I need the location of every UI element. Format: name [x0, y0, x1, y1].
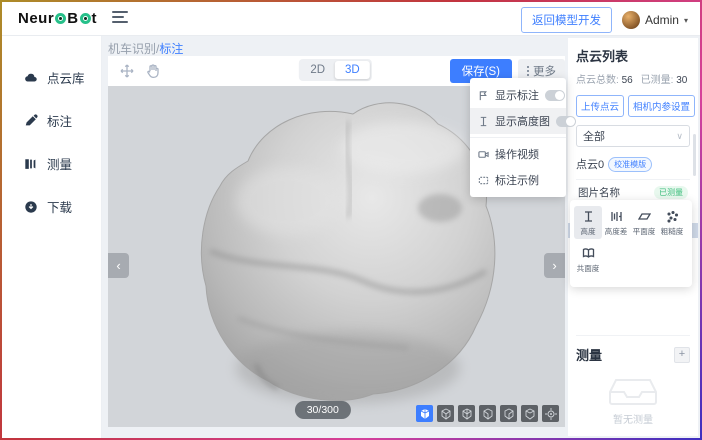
upload-pointcloud-button[interactable]: 上传点云: [576, 95, 624, 117]
add-measure-button[interactable]: +: [674, 347, 690, 363]
list-scrollbar[interactable]: [693, 134, 696, 176]
chevron-down-icon: ∨: [676, 131, 683, 142]
tool-height-diff[interactable]: 高度差: [602, 206, 630, 239]
menu-divider: [470, 137, 566, 138]
show-heightmap-toggle[interactable]: [556, 116, 576, 127]
gear-icon: [80, 13, 91, 24]
breadcrumb-parent[interactable]: 机车识别: [108, 42, 156, 56]
tab-3d[interactable]: 3D: [335, 61, 370, 79]
flatness-tool-icon: [638, 210, 651, 223]
empty-text: 暂无测量: [568, 411, 698, 426]
sidebar-item-annotate[interactable]: 标注: [2, 99, 101, 142]
sidebar-item-measure[interactable]: 测量: [2, 142, 101, 185]
frame-icon: [478, 175, 489, 186]
vertical-dots-icon: [527, 66, 529, 76]
cloud-icon: [24, 71, 38, 85]
panel-title: 点云列表: [576, 46, 690, 65]
height-diff-tool-icon: [610, 210, 623, 223]
tool-height[interactable]: 高度: [574, 206, 602, 239]
breadcrumb-current: 标注: [159, 42, 183, 56]
view-iso-button[interactable]: [416, 405, 433, 422]
view-back-button[interactable]: [458, 405, 475, 422]
avatar: [622, 11, 640, 29]
logo-text: Neur: [18, 10, 54, 27]
menu-item-annotation-example[interactable]: 标注示例: [470, 167, 566, 193]
more-dropdown-menu: 显示标注 显示高度图 操作视频 标注示例: [470, 78, 566, 197]
sidebar-item-pointcloud-library[interactable]: 点云库: [2, 56, 101, 99]
screenshot-frame: Neur Bt 返回模型开发 Admin ▾ 点云库 标注 测量 下载: [0, 0, 702, 440]
download-icon: [24, 200, 38, 214]
tab-2d[interactable]: 2D: [300, 61, 335, 79]
show-annotations-toggle[interactable]: [545, 90, 565, 101]
height-tool-icon: [582, 210, 595, 223]
pen-icon: [24, 114, 38, 128]
measure-tools-popup: 高度 高度差 平面度 粗糙度 共面度: [570, 200, 692, 287]
recenter-button[interactable]: [542, 405, 559, 422]
view-left-button[interactable]: [479, 405, 496, 422]
pointcloud-item[interactable]: 点云0 校准模版: [576, 156, 690, 180]
menu-item-show-annotations[interactable]: 显示标注: [470, 82, 566, 108]
template-badge: 校准模版: [608, 157, 652, 172]
breadcrumb: 机车识别/标注: [108, 40, 183, 57]
user-menu[interactable]: Admin ▾: [622, 11, 688, 29]
flag-icon: [478, 90, 489, 101]
top-header: Neur Bt 返回模型开发 Admin ▾: [2, 2, 700, 36]
coplanarity-tool-icon: [582, 247, 595, 260]
app-logo: Neur Bt: [18, 10, 97, 27]
image-counter-badge: 30/300: [295, 401, 351, 419]
sidebar: 点云库 标注 测量 下载: [2, 36, 102, 438]
neurobot-app: Neur Bt 返回模型开发 Admin ▾ 点云库 标注 测量 下载: [2, 2, 700, 438]
filter-select[interactable]: 全部 ∨: [576, 125, 690, 147]
view-right-button[interactable]: [500, 405, 517, 422]
hand-tool-icon[interactable]: [144, 62, 162, 80]
panel-stats: 点云总数: 56 已测量: 30: [576, 71, 690, 86]
menu-item-show-heightmap[interactable]: 显示高度图: [470, 108, 566, 134]
menu-item-tutorial-video[interactable]: 操作视频: [470, 141, 566, 167]
sidebar-collapse-icon[interactable]: [112, 11, 128, 25]
roughness-tool-icon: [666, 210, 679, 223]
tool-coplanarity[interactable]: 共面度: [574, 243, 602, 276]
status-badge: 已测量: [654, 186, 688, 199]
tool-flatness[interactable]: 平面度: [630, 206, 658, 239]
image-list-item[interactable]: 图片名称 已测量: [576, 185, 690, 199]
sidebar-item-download[interactable]: 下载: [2, 185, 101, 228]
height-icon: [478, 116, 489, 127]
logo-text: t: [92, 10, 98, 27]
empty-state: 暂无测量: [568, 366, 698, 426]
view-top-button[interactable]: [521, 405, 538, 422]
user-name: Admin: [645, 13, 679, 27]
tool-roughness[interactable]: 粗糙度: [658, 206, 686, 239]
view-front-button[interactable]: [437, 405, 454, 422]
view-cube-bar: [416, 405, 559, 422]
move-tool-icon[interactable]: [118, 62, 136, 80]
logo-text: B: [67, 10, 78, 27]
chevron-down-icon: ▾: [684, 16, 688, 25]
gear-icon: [55, 13, 66, 24]
back-to-model-dev-button[interactable]: 返回模型开发: [521, 7, 612, 33]
measure-section-header: 测量 +: [576, 335, 690, 364]
camera-params-button[interactable]: 相机内参设置: [628, 95, 695, 117]
empty-box-icon: [606, 366, 660, 406]
video-icon: [478, 149, 489, 160]
prev-image-button[interactable]: ‹: [108, 253, 129, 278]
dimension-toggle: 2D 3D: [298, 59, 371, 81]
next-image-button[interactable]: ›: [544, 253, 565, 278]
ruler-icon: [24, 157, 38, 171]
